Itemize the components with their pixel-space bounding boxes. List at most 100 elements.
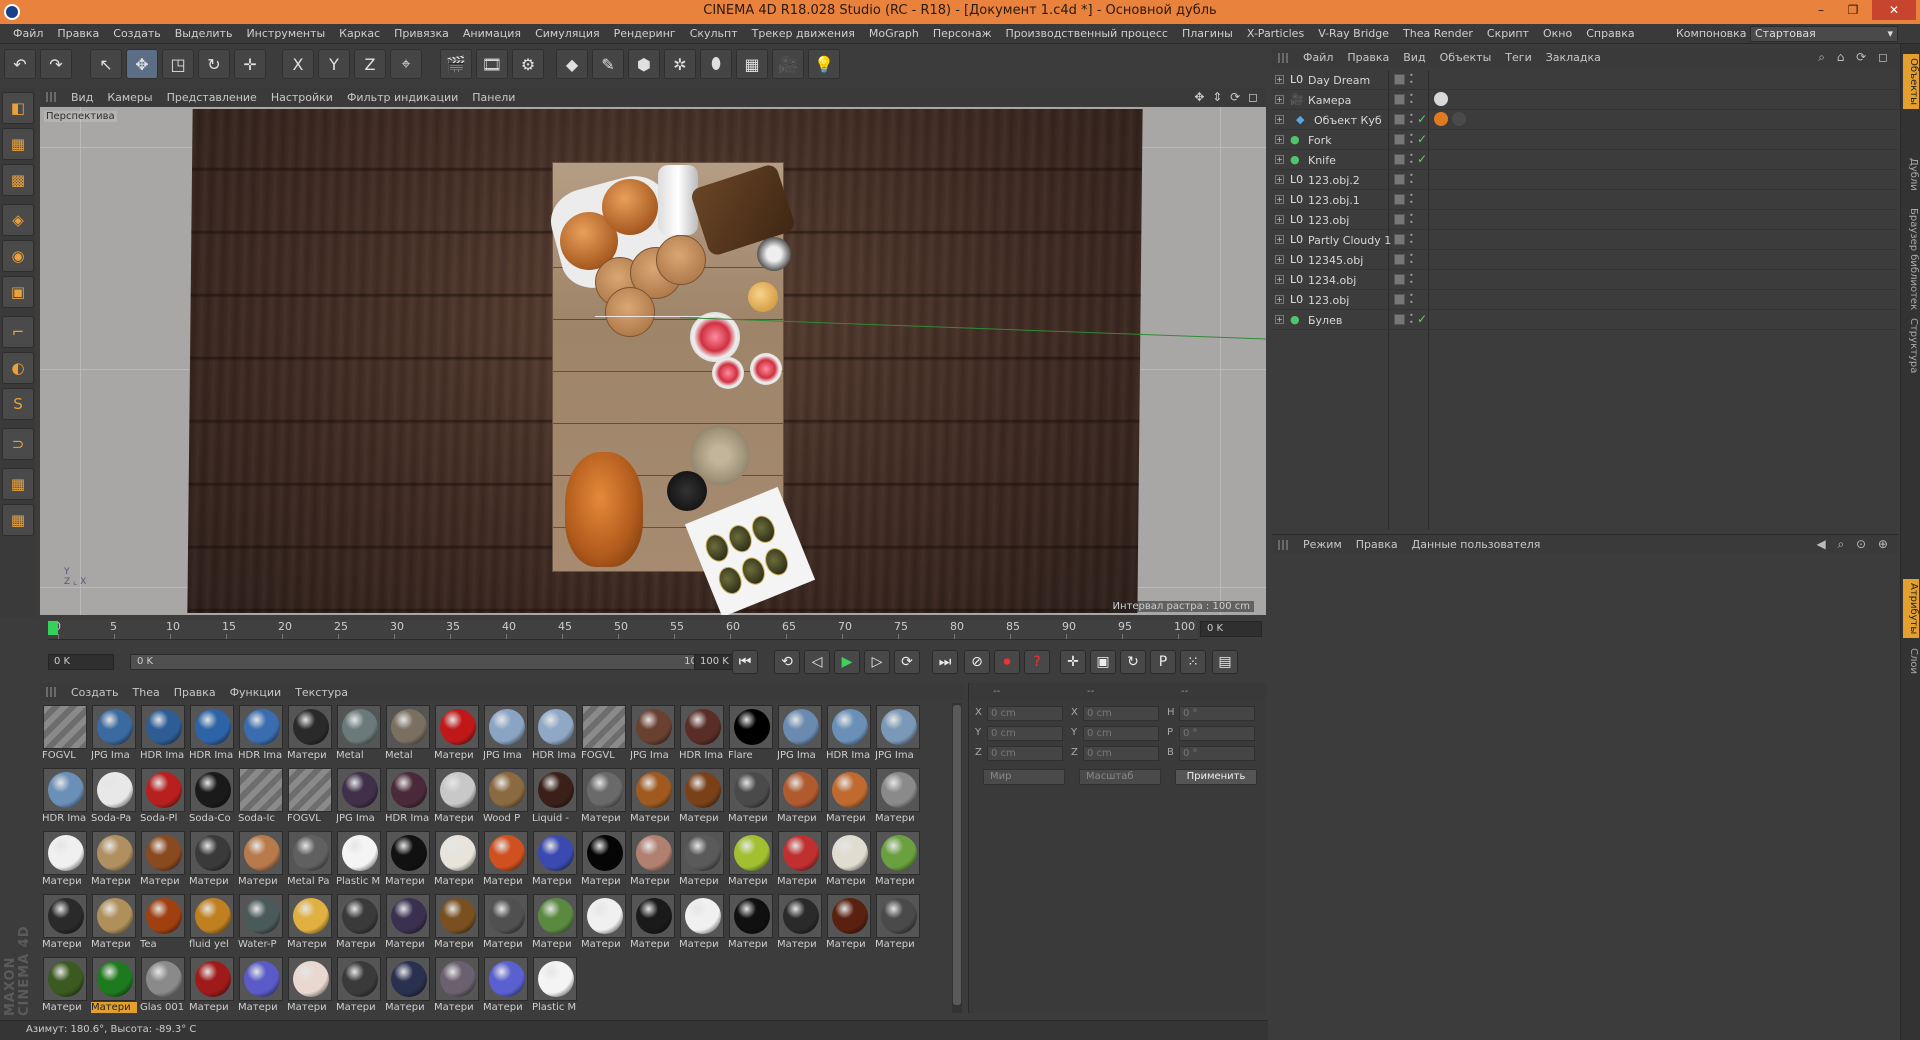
object-name[interactable]: 123.obj bbox=[1308, 294, 1349, 307]
object-name[interactable]: Камера bbox=[1308, 94, 1351, 107]
menu-item[interactable]: Симуляция bbox=[528, 27, 607, 40]
subdivision-button[interactable]: ⬢ bbox=[628, 49, 660, 79]
layer-visibility-icon[interactable] bbox=[1394, 214, 1405, 225]
prev-key-button[interactable]: ⟲ bbox=[774, 650, 800, 674]
viewport-nav-icons[interactable]: ✥ ⇕ ⟳ ◻ bbox=[1194, 90, 1260, 104]
object-row[interactable]: + L0 Day Dream • • bbox=[1272, 70, 1898, 90]
editor-render-dots-icon[interactable]: • • bbox=[1409, 132, 1414, 147]
editor-render-dots-icon[interactable]: • • bbox=[1409, 272, 1414, 287]
material-swatch[interactable]: Матери bbox=[532, 894, 578, 954]
material-swatch[interactable]: Матери bbox=[42, 831, 88, 891]
material-swatch[interactable]: Матери bbox=[826, 768, 872, 828]
material-swatch[interactable]: Матери bbox=[826, 894, 872, 954]
menu-item[interactable]: MoGraph bbox=[862, 27, 926, 40]
menu-item[interactable]: Файл bbox=[6, 27, 50, 40]
prev-frame-button[interactable]: ◁ bbox=[804, 650, 830, 674]
menu-item[interactable]: V-Ray Bridge bbox=[1311, 27, 1396, 40]
attribute-menu-item[interactable]: Режим bbox=[1296, 538, 1349, 551]
material-swatch[interactable]: HDR Ima bbox=[189, 705, 235, 765]
material-swatch[interactable]: Матери bbox=[777, 831, 823, 891]
render-view-button[interactable]: 🎬 bbox=[440, 49, 472, 79]
next-key-button[interactable]: ⟳ bbox=[894, 650, 920, 674]
menu-item[interactable]: Создать bbox=[106, 27, 168, 40]
cube-button[interactable]: ◆ bbox=[556, 49, 588, 79]
material-swatch[interactable]: Матери bbox=[189, 831, 235, 891]
minimize-button[interactable]: – bbox=[1806, 0, 1836, 20]
expand-toggle-icon[interactable]: + bbox=[1275, 275, 1284, 284]
object-manager-icons[interactable]: ⌕ ⌂ ⟳ ◻ bbox=[1818, 50, 1892, 65]
timeline-playhead[interactable] bbox=[48, 621, 58, 635]
object-row[interactable]: + L0 Partly Cloudy 1 • • bbox=[1272, 230, 1898, 250]
goto-end-button[interactable]: ⏭ bbox=[932, 650, 958, 674]
object-row[interactable]: + L0 123.obj • • bbox=[1272, 210, 1898, 230]
timeline-ruler[interactable]: 0510152025303540455055606570758085909510… bbox=[48, 620, 1198, 640]
maximize-button[interactable]: ❐ bbox=[1838, 0, 1868, 20]
material-swatch[interactable]: Матери bbox=[140, 831, 186, 891]
left-tool-button[interactable]: ▦ bbox=[2, 504, 34, 536]
material-swatch[interactable]: Матери bbox=[875, 768, 921, 828]
menu-item[interactable]: Плагины bbox=[1175, 27, 1240, 40]
object-row[interactable]: + ● Булев • • ✓ bbox=[1272, 310, 1898, 330]
material-swatch[interactable]: HDR Ima bbox=[42, 768, 88, 828]
material-swatch[interactable]: Water-P bbox=[238, 894, 284, 954]
object-menu-item[interactable]: Объекты bbox=[1433, 51, 1499, 64]
array-button[interactable]: ✲ bbox=[664, 49, 696, 79]
left-tool-button[interactable]: ▩ bbox=[2, 164, 34, 196]
scale-tool-button[interactable]: ◳ bbox=[162, 49, 194, 79]
material-swatch[interactable]: Матери bbox=[91, 957, 137, 1017]
editor-render-dots-icon[interactable]: • • bbox=[1409, 212, 1414, 227]
material-swatch[interactable]: HDR Ima bbox=[826, 705, 872, 765]
material-swatch[interactable]: JPG Ima bbox=[483, 705, 529, 765]
material-swatch[interactable]: Матери bbox=[434, 957, 480, 1017]
attribute-menu-item[interactable]: Данные пользователя bbox=[1405, 538, 1548, 551]
menu-item[interactable]: Производственный процесс bbox=[999, 27, 1175, 40]
menu-item[interactable]: Правка bbox=[50, 27, 106, 40]
object-tag-icon[interactable] bbox=[1452, 112, 1466, 126]
material-swatch[interactable]: Матери bbox=[777, 768, 823, 828]
expand-toggle-icon[interactable]: + bbox=[1275, 195, 1284, 204]
material-swatch[interactable]: Матери bbox=[287, 705, 333, 765]
expand-toggle-icon[interactable]: + bbox=[1275, 155, 1284, 164]
editor-render-dots-icon[interactable]: • • bbox=[1409, 72, 1414, 87]
material-swatch[interactable]: HDR Ima bbox=[238, 705, 284, 765]
preview-range-slider[interactable]: 0 K 100 K bbox=[130, 654, 720, 670]
play-button[interactable]: ▶ bbox=[834, 650, 860, 674]
expand-toggle-icon[interactable]: + bbox=[1275, 135, 1284, 144]
material-menu-item[interactable]: Правка bbox=[167, 686, 223, 699]
material-swatch[interactable]: Матери bbox=[483, 957, 529, 1017]
material-swatch[interactable]: Матери bbox=[875, 894, 921, 954]
camera-button[interactable]: 🎥 bbox=[772, 49, 804, 79]
left-tool-button[interactable]: ◉ bbox=[2, 240, 34, 272]
material-swatch[interactable]: Plastic M bbox=[532, 957, 578, 1017]
layer-visibility-icon[interactable] bbox=[1394, 234, 1405, 245]
material-swatch[interactable]: Матери bbox=[679, 831, 725, 891]
object-name[interactable]: 123.obj bbox=[1308, 214, 1349, 227]
layer-visibility-icon[interactable] bbox=[1394, 194, 1405, 205]
menu-item[interactable]: Персонаж bbox=[926, 27, 999, 40]
object-name[interactable]: Булев bbox=[1308, 314, 1342, 327]
object-row[interactable]: + L0 123.obj • • bbox=[1272, 290, 1898, 310]
enabled-check-icon[interactable]: ✓ bbox=[1417, 152, 1427, 166]
panel-grip-icon[interactable] bbox=[46, 92, 56, 102]
coordinate-value-field[interactable]: 0 cm bbox=[987, 746, 1063, 761]
menu-item[interactable]: Рендеринг bbox=[607, 27, 683, 40]
object-row[interactable]: + ● Fork • • ✓ bbox=[1272, 130, 1898, 150]
material-swatch[interactable]: Матери bbox=[581, 894, 627, 954]
menu-item[interactable]: X-Particles bbox=[1240, 27, 1311, 40]
object-menu-item[interactable]: Вид bbox=[1396, 51, 1432, 64]
material-swatch[interactable]: Матери bbox=[679, 894, 725, 954]
material-swatch[interactable]: Матери bbox=[385, 894, 431, 954]
layer-visibility-icon[interactable] bbox=[1394, 154, 1405, 165]
editor-render-dots-icon[interactable]: • • bbox=[1409, 112, 1414, 127]
material-swatch[interactable]: Liquid - bbox=[532, 768, 578, 828]
material-swatch[interactable]: Матери bbox=[91, 894, 137, 954]
material-swatch[interactable]: JPG Ima bbox=[630, 705, 676, 765]
material-swatch[interactable]: Soda-Ic bbox=[238, 768, 284, 828]
timeline-button[interactable]: ▤ bbox=[1212, 650, 1238, 674]
material-swatch[interactable]: Матери bbox=[91, 831, 137, 891]
layer-visibility-icon[interactable] bbox=[1394, 174, 1405, 185]
object-row[interactable]: + L0 12345.obj • • bbox=[1272, 250, 1898, 270]
material-swatch[interactable]: Матери bbox=[826, 831, 872, 891]
material-swatch[interactable]: JPG Ima bbox=[875, 705, 921, 765]
deformer-button[interactable]: ⬮ bbox=[700, 49, 732, 79]
